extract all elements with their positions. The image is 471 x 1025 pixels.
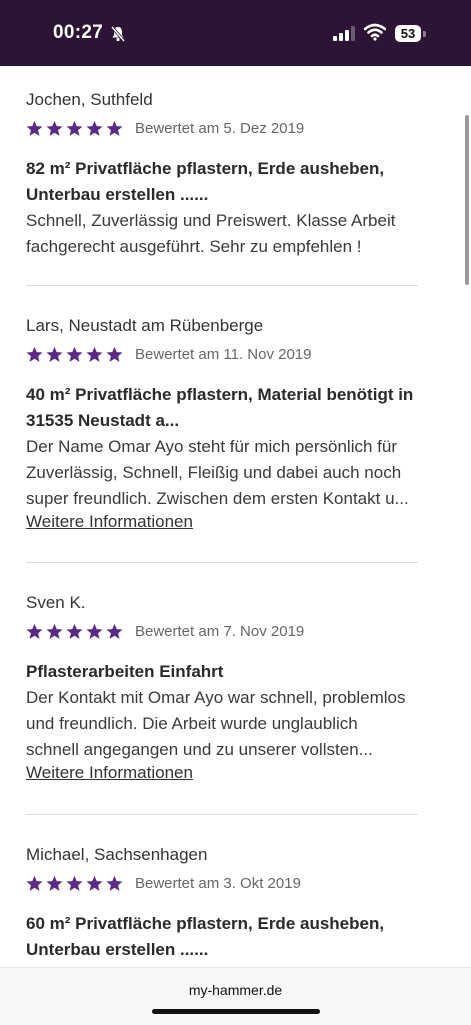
star-icon: [106, 875, 123, 891]
browser-url-bar[interactable]: my-hammer.de: [0, 967, 471, 1025]
status-time: 00:27: [53, 22, 104, 43]
review-date: Bewertet am 7. Nov 2019: [135, 622, 305, 640]
reviews-list[interactable]: Jochen, Suthfeld Bewertet am 5. Dez 2019…: [0, 66, 471, 966]
status-bar: 00:27 53: [0, 0, 471, 66]
star-icon: [66, 120, 83, 136]
review-card: Jochen, Suthfeld Bewertet am 5. Dez 2019…: [26, 90, 418, 256]
divider: [26, 285, 418, 286]
review-title-line: Pflasterarbeiten Einfahrt: [26, 662, 224, 681]
cellular-signal-icon: [333, 26, 355, 46]
star-rating: [26, 346, 126, 363]
review-card: Sven K. Bewertet am 7. Nov 2019 Pflaster…: [26, 593, 418, 782]
review-card: Lars, Neustadt am Rübenberge Bewertet am…: [26, 316, 418, 531]
star-icon: [86, 875, 103, 891]
scrollbar[interactable]: [465, 115, 469, 285]
review-title: 60 m² Privatfläche pflastern, Erde aushe…: [26, 911, 384, 963]
star-icon: [106, 346, 123, 362]
star-icon: [46, 346, 63, 362]
review-title: 82 m² Privatfläche pflastern, Erde aushe…: [26, 156, 384, 208]
star-icon: [106, 120, 123, 136]
review-text-line: Schnell, Zuverlässig und Preiswert. Klas…: [26, 211, 396, 230]
bell-muted-icon: [110, 25, 126, 48]
review-title-line: 60 m² Privatfläche pflastern, Erde aushe…: [26, 914, 385, 933]
reviewer-name: Michael, Sachsenhagen: [26, 845, 208, 864]
home-indicator[interactable]: [152, 1009, 320, 1014]
review-date: Bewertet am 3. Okt 2019: [135, 874, 301, 892]
review-title-line: 31535 Neustadt a...: [26, 411, 180, 430]
review-text-line: Der Name Omar Ayo steht für mich persönl…: [26, 437, 397, 456]
star-icon: [26, 120, 43, 136]
star-icon: [86, 623, 103, 639]
divider: [26, 814, 418, 815]
rating-row: Bewertet am 7. Nov 2019: [26, 621, 304, 641]
star-icon: [46, 875, 63, 891]
wifi-icon: [363, 23, 387, 46]
rating-row: Bewertet am 3. Okt 2019: [26, 873, 301, 893]
star-icon: [46, 120, 63, 136]
star-icon: [46, 623, 63, 639]
star-rating: [26, 120, 126, 137]
review-text-line: Zuverlässig, Schnell, Fleißig und dabei …: [26, 463, 402, 482]
review-date: Bewertet am 5. Dez 2019: [135, 119, 305, 137]
review-title: Pflasterarbeiten Einfahrt: [26, 659, 223, 685]
star-icon: [26, 346, 43, 362]
reviewer-name: Lars, Neustadt am Rübenberge: [26, 316, 264, 335]
star-icon: [86, 346, 103, 362]
more-info-link[interactable]: Weitere Informationen: [26, 763, 193, 783]
more-info-link[interactable]: Weitere Informationen: [26, 512, 193, 532]
review-date: Bewertet am 11. Nov 2019: [135, 345, 312, 363]
review-text: Der Kontakt mit Omar Ayo war schnell, pr…: [26, 685, 441, 763]
star-icon: [66, 346, 83, 362]
star-icon: [66, 623, 83, 639]
review-card: Michael, Sachsenhagen Bewertet am 3. Okt…: [26, 845, 418, 959]
star-rating: [26, 875, 126, 892]
review-text-line: und freundlich. Die Arbeit wurde unglaub…: [26, 714, 358, 733]
review-text: Der Name Omar Ayo steht für mich persönl…: [26, 434, 441, 512]
review-text-line: Der Kontakt mit Omar Ayo war schnell, pr…: [26, 688, 406, 707]
star-icon: [26, 623, 43, 639]
review-text: Schnell, Zuverlässig und Preiswert. Klas…: [26, 208, 441, 260]
review-text-line: schnell angegangen und zu unserer vollst…: [26, 740, 373, 759]
rating-row: Bewertet am 5. Dez 2019: [26, 118, 304, 138]
review-title-line: Unterbau erstellen ......: [26, 185, 209, 204]
battery-icon: 53: [395, 25, 421, 42]
star-icon: [66, 875, 83, 891]
star-icon: [26, 875, 43, 891]
divider: [26, 562, 418, 563]
review-text-line: super freundlich. Zwischen dem ersten Ko…: [26, 489, 409, 508]
review-title-line: 40 m² Privatfläche pflastern, Material b…: [26, 385, 414, 404]
review-title-line: Unterbau erstellen ......: [26, 940, 209, 959]
star-icon: [106, 623, 123, 639]
review-title-line: 82 m² Privatfläche pflastern, Erde aushe…: [26, 159, 385, 178]
battery-tip: [423, 31, 426, 37]
reviewer-name: Jochen, Suthfeld: [26, 90, 153, 109]
star-icon: [86, 120, 103, 136]
star-rating: [26, 623, 126, 640]
reviewer-name: Sven K.: [26, 593, 86, 612]
review-text-line: fachgerecht ausgeführt. Sehr zu empfehle…: [26, 237, 362, 256]
review-title: 40 m² Privatfläche pflastern, Material b…: [26, 382, 413, 434]
rating-row: Bewertet am 11. Nov 2019: [26, 344, 311, 364]
url-text[interactable]: my-hammer.de: [0, 982, 471, 998]
